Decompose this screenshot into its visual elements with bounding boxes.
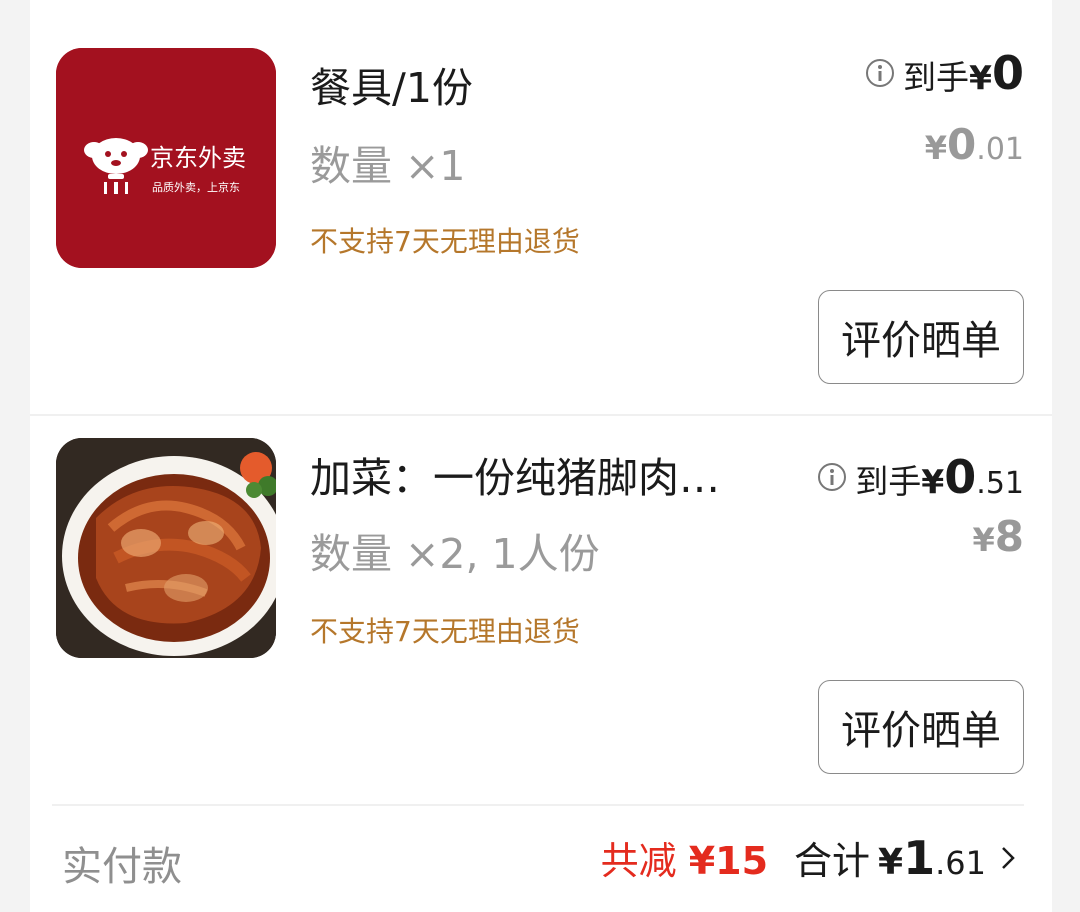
total-currency: ¥ [878,842,904,883]
net-price-integer: 0 [991,46,1024,100]
total-summary[interactable]: 共减 ¥15 合计 ¥ 1 .61 [601,830,1016,885]
total-integer: 1 [903,831,936,885]
order-item-pork-trotter[interactable]: 加菜：一份纯猪脚肉… 数量 ×2, 1人份 不支持7天无理由退货 到手 ¥ 0 … [30,416,1052,804]
product-thumbnail[interactable]: 京东外卖 品质外卖，上京东 [56,48,276,268]
item-quantity: 数量 ×2, 1人份 [310,530,600,578]
chevron-right-icon[interactable] [1000,845,1016,871]
net-currency: ¥ [969,58,992,97]
brand-slogan: 品质外卖，上京东 [152,180,240,194]
payment-summary[interactable]: 实付款 共减 ¥15 合计 ¥ 1 .61 [30,806,1052,912]
original-currency: ¥ [924,129,948,167]
original-price-integer: 8 [994,512,1024,561]
discount-total: 共减 ¥15 [601,830,768,885]
braised-pork-trotter-photo [56,438,276,658]
original-price: ¥ 0 .01 [925,120,1024,169]
discount-amount: ¥15 [688,839,769,883]
net-price-label: 到手 [855,462,922,501]
original-currency: ¥ [972,521,995,559]
net-price: 到手 ¥ 0 .51 [817,450,1024,504]
net-price-decimal: .51 [976,466,1024,501]
total-decimal: .61 [935,844,986,882]
product-thumbnail[interactable] [56,438,276,658]
net-price-label: 到手 [903,58,970,97]
net-price: 到手 ¥ 0 [865,46,1024,100]
review-button[interactable]: 评价晒单 [818,290,1024,384]
brand-name: 京东外卖 [150,144,246,172]
jd-waimai-logo: 京东外卖 品质外卖，上京东 [56,48,276,268]
order-items-card: 京东外卖 品质外卖，上京东 餐具/1份 数量 ×1 不支持7天无理由退货 到手 … [30,0,1052,912]
no-refund-notice: 不支持7天无理由退货 [310,225,580,258]
item-title[interactable]: 餐具/1份 [310,54,730,114]
paid-amount-label: 实付款 [62,844,182,890]
info-icon[interactable] [817,462,847,492]
discount-label: 共减 [600,839,677,883]
review-button[interactable]: 评价晒单 [818,680,1024,774]
net-price-integer: 0 [944,450,977,504]
net-currency: ¥ [921,462,945,501]
no-refund-notice: 不支持7天无理由退货 [310,615,580,648]
total-label: 合计 [794,839,871,883]
original-price-decimal: .01 [976,132,1024,167]
item-title[interactable]: 加菜：一份纯猪脚肉… [310,444,740,504]
original-price-integer: 0 [947,120,977,169]
order-item-tableware[interactable]: 京东外卖 品质外卖，上京东 餐具/1份 数量 ×1 不支持7天无理由退货 到手 … [30,0,1052,414]
item-quantity: 数量 ×1 [310,142,466,190]
original-price: ¥ 8 [973,512,1025,561]
info-icon[interactable] [865,58,895,88]
